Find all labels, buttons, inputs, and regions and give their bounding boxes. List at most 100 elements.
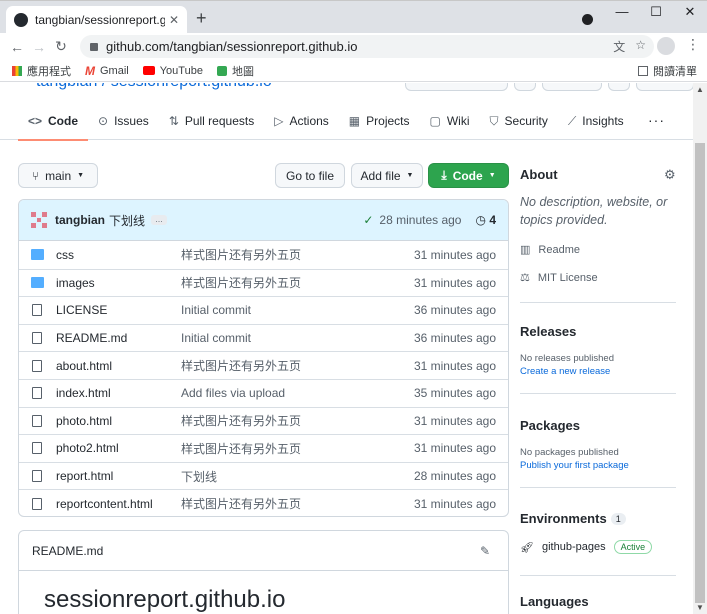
table-row[interactable]: index.html Add files via upload 35 minutes… — [19, 378, 508, 407]
table-row[interactable]: about.html 样式图片还有另外五页 31 minutes ago — [19, 351, 508, 379]
tab-close-icon[interactable]: ✕ — [169, 13, 179, 27]
create-release-link[interactable]: Create a new release — [520, 366, 610, 377]
file-commit-message[interactable]: 样式图片还有另外五页 — [181, 357, 414, 374]
file-commit-time: 36 minutes ago — [413, 303, 496, 318]
maximize-icon[interactable]: ☐ — [639, 1, 673, 25]
bookmark-gmail[interactable]: M Gmail — [85, 64, 129, 78]
bookmark-youtube[interactable]: YouTube — [142, 65, 203, 77]
tab-search-icon[interactable] — [582, 14, 593, 25]
table-row[interactable]: images 样式图片还有另外五页 31 minutes ago — [19, 268, 508, 297]
table-row[interactable]: reportcontent.html 样式图片还有另外五页 31 minutes a… — [19, 489, 508, 516]
watch-dropdown[interactable] — [514, 83, 536, 91]
file-name[interactable]: report.html — [56, 469, 181, 483]
tab-projects[interactable]: ▦ Projects — [339, 102, 420, 140]
issues-icon: ⊙ — [98, 114, 109, 128]
file-name[interactable]: images — [56, 276, 181, 290]
minimize-icon[interactable]: — — [605, 1, 639, 25]
branch-select-button[interactable]: ⑂ main ▼ — [18, 163, 98, 188]
file-name[interactable]: reportcontent.html — [56, 497, 181, 511]
tab-security[interactable]: ⛉ Security — [480, 102, 558, 140]
tab-issues[interactable]: ⊙ Issues — [88, 102, 159, 140]
projects-icon: ▦ — [348, 114, 361, 128]
add-file-button[interactable]: Add file ▼ — [351, 163, 423, 188]
page-scrollbar[interactable]: ▲ ▼ — [693, 83, 707, 614]
tab-code[interactable]: <> Code — [18, 102, 89, 141]
browser-tab[interactable]: tangbian/sessionreport.github.io ✕ — [6, 6, 187, 34]
check-icon[interactable]: ✓ — [363, 213, 373, 227]
repo-title[interactable]: tangbian / sessionreport.github.io — [36, 83, 272, 91]
watch-button[interactable] — [405, 83, 508, 91]
file-icon — [32, 332, 42, 345]
new-tab-icon[interactable]: + — [196, 8, 207, 29]
table-row[interactable]: README.md Initial commit 36 minutes ago — [19, 323, 508, 352]
file-name[interactable]: LICENSE — [56, 303, 181, 317]
translate-icon[interactable]: 文 — [613, 38, 625, 55]
tab-wiki[interactable]: ▢ Wiki — [420, 102, 480, 140]
scroll-up-icon[interactable]: ▲ — [696, 85, 704, 94]
packages-heading[interactable]: Packages — [520, 418, 580, 433]
file-commit-message[interactable]: Initial commit — [181, 303, 414, 317]
identicon-avatar[interactable] — [31, 212, 47, 228]
scroll-thumb[interactable] — [695, 143, 705, 603]
tab-insights[interactable]: ⟋ Insights — [558, 102, 634, 140]
github-favicon-icon — [14, 13, 28, 27]
environments-heading[interactable]: Environments 1 — [520, 511, 626, 526]
fork-button[interactable] — [636, 83, 693, 91]
file-name[interactable]: README.md — [56, 331, 181, 345]
table-row[interactable]: photo2.html 样式图片还有另外五页 31 minutes ago — [19, 434, 508, 462]
back-icon[interactable]: ← — [6, 39, 28, 55]
table-row[interactable]: LICENSE Initial commit 36 minutes ago — [19, 296, 508, 324]
file-name[interactable]: photo2.html — [56, 441, 181, 455]
window-close-icon[interactable]: ✕ — [673, 1, 707, 25]
browser-menu-icon[interactable]: ⋮ — [686, 36, 700, 53]
file-name[interactable]: about.html — [56, 359, 181, 373]
commit-history-link[interactable]: ◷ 4 — [475, 213, 496, 227]
commit-author[interactable]: tangbian — [55, 213, 105, 227]
reading-list[interactable]: 閱讀清單 — [638, 63, 697, 79]
gear-icon[interactable]: ⚙ — [664, 167, 676, 183]
bookmark-apps[interactable]: 應用程式 — [12, 63, 71, 79]
bookmark-maps[interactable]: 地圖 — [216, 63, 254, 79]
table-row[interactable]: photo.html 样式图片还有另外五页 31 minutes ago — [19, 406, 508, 435]
file-commit-message[interactable]: 样式图片还有另外五页 — [181, 440, 414, 457]
file-commit-time: 31 minutes ago — [413, 247, 496, 262]
go-to-file-button[interactable]: Go to file — [275, 163, 345, 188]
readme-link[interactable]: ▥ Readme — [520, 243, 580, 257]
file-name[interactable]: photo.html — [56, 414, 181, 428]
file-name[interactable]: css — [56, 248, 181, 262]
expand-commit-button[interactable]: … — [151, 215, 168, 225]
youtube-icon — [142, 66, 155, 75]
file-name[interactable]: index.html — [56, 386, 181, 400]
readme-box: README.md ✎ sessionreport.github.io — [18, 530, 509, 614]
commit-time[interactable]: 28 minutes ago — [379, 213, 461, 227]
profile-avatar-icon[interactable] — [657, 37, 675, 55]
environment-item[interactable]: 🚀︎ github-pages Active — [520, 540, 653, 554]
star-button[interactable] — [542, 83, 602, 91]
tab-title: tangbian/sessionreport.github.io — [35, 13, 165, 27]
reload-icon[interactable]: ↻ — [50, 38, 72, 55]
file-commit-message[interactable]: 样式图片还有另外五页 — [181, 495, 414, 512]
address-bar[interactable]: github.com/tangbian/sessionreport.github… — [80, 35, 654, 58]
code-download-button[interactable]: ⤓ Code ▼ — [428, 163, 509, 188]
releases-heading[interactable]: Releases — [520, 324, 576, 339]
file-commit-message[interactable]: Add files via upload — [181, 386, 414, 400]
table-row[interactable]: report.html 下划线 28 minutes ago — [19, 461, 508, 490]
file-commit-message[interactable]: Initial commit — [181, 331, 414, 345]
license-link[interactable]: ⚖ MIT License — [520, 271, 598, 285]
forward-icon[interactable]: → — [28, 39, 50, 55]
tab-actions[interactable]: ▷ Actions — [264, 102, 339, 140]
bookmark-star-icon[interactable]: ☆ — [635, 38, 646, 55]
commit-message[interactable]: 下划线 — [109, 212, 145, 229]
file-commit-time: 31 minutes ago — [413, 496, 496, 511]
publish-package-link[interactable]: Publish your first package — [520, 460, 629, 471]
pencil-icon[interactable]: ✎ — [480, 544, 490, 558]
tab-pull-requests[interactable]: ⇅ Pull requests — [159, 102, 264, 140]
file-commit-message[interactable]: 样式图片还有另外五页 — [181, 246, 414, 263]
more-icon[interactable]: ··· — [648, 112, 665, 128]
table-row[interactable]: css 样式图片还有另外五页 31 minutes ago — [19, 241, 508, 269]
file-commit-message[interactable]: 样式图片还有另外五页 — [181, 412, 414, 429]
file-commit-message[interactable]: 下划线 — [181, 468, 414, 485]
scroll-down-icon[interactable]: ▼ — [696, 603, 704, 612]
star-dropdown[interactable] — [608, 83, 630, 91]
file-commit-message[interactable]: 样式图片还有另外五页 — [181, 274, 414, 291]
